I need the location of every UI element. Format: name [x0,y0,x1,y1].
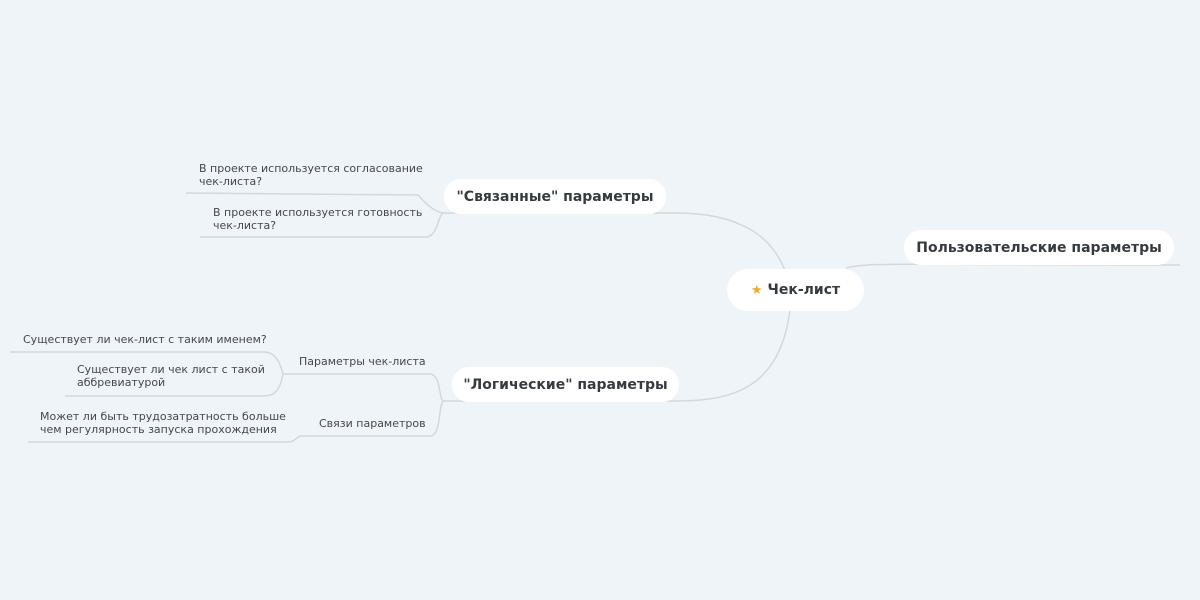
group-checklist-params-label: Параметры чек-листа [299,355,426,368]
root-topic-label: Чек-лист [767,282,841,298]
topic-logical-params-label: "Логические" параметры [463,376,668,393]
group-param-links[interactable]: Связи параметров [319,417,426,430]
params-leaf-2-label: Существует ли чек лист с такой аббревиат… [77,363,265,389]
topic-linked-params[interactable]: "Связанные" параметры [444,179,666,214]
root-topic[interactable]: ★ Чек-лист [727,269,864,311]
params-leaf-1[interactable]: Существует ли чек-лист с таким именем? [23,333,267,346]
linked-leaf-2[interactable]: В проекте используется готовность чек-ли… [213,206,428,232]
group-checklist-params[interactable]: Параметры чек-листа [299,355,426,368]
group-param-links-label: Связи параметров [319,417,426,430]
topic-logical-params[interactable]: "Логические" параметры [452,367,679,402]
topic-user-params[interactable]: Пользовательские параметры [904,230,1174,265]
params-leaf-1-label: Существует ли чек-лист с таким именем? [23,333,267,346]
mind-map-connectors [10,192,1181,443]
connector-links-leaf-1 [28,435,303,443]
links-leaf-1-label: Может ли быть трудозатратность больше че… [40,410,286,436]
topic-user-params-label: Пользовательские параметры [916,239,1162,256]
linked-leaf-2-label: В проекте используется готовность чек-ли… [213,206,423,232]
topic-linked-params-label: "Связанные" параметры [456,188,654,205]
params-leaf-2[interactable]: Существует ли чек лист с такой аббревиат… [77,363,272,389]
star-icon: ★ [750,282,763,298]
linked-leaf-1[interactable]: В проекте используется согласование чек-… [199,162,424,188]
connector-logical-to-params [283,373,445,402]
links-leaf-1[interactable]: Может ли быть трудозатратность больше че… [40,410,290,436]
linked-leaf-1-label: В проекте используется согласование чек-… [199,162,423,188]
